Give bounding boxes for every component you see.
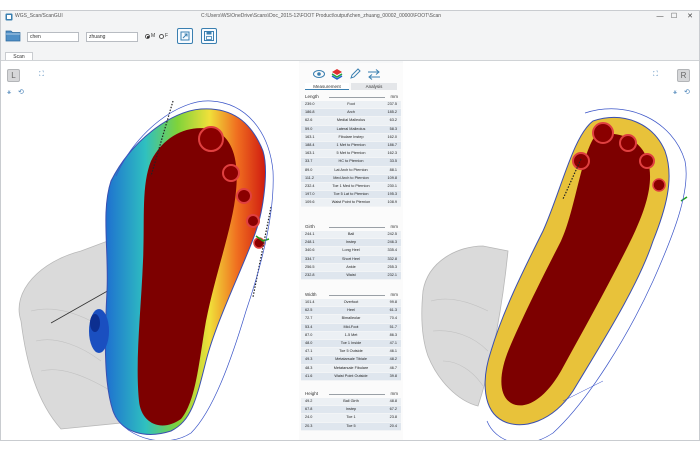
section-unit: mm <box>390 292 399 297</box>
swap-icon[interactable] <box>367 68 381 80</box>
section-title: Length <box>305 94 319 99</box>
table-row[interactable]: 67.8 Instep 67.2 <box>301 406 401 415</box>
left-foot-pressure-render <box>18 100 274 440</box>
table-row[interactable]: 197.0 Toe 5 Lat to Pternion 195.3 <box>301 191 401 200</box>
save-button[interactable] <box>201 28 217 44</box>
height-rows: 49.2 Ball Girth 48.8 67.8 Instep 67.2 24.0 To… <box>301 398 401 431</box>
layers-icon[interactable] <box>331 68 343 80</box>
section-header: Width mm <box>301 291 401 299</box>
table-row[interactable]: 340.6 Long Heel 335.4 <box>301 247 401 256</box>
table-row[interactable]: 186.8 Arch 185.2 <box>301 109 401 118</box>
table-row[interactable]: 232.8 Waist 232.1 <box>301 271 401 281</box>
table-row[interactable]: 163.1 Fibulare Instep 162.0 <box>301 133 401 142</box>
table-row[interactable]: 188.4 1 Met to Pternion 186.7 <box>301 141 401 151</box>
section-unit: mm <box>390 224 399 229</box>
pencil-icon[interactable] <box>349 68 361 80</box>
length-section: Length mm 239.0 Foot 237.5 186.8 Arch 185.2 6… <box>301 93 401 208</box>
table-row[interactable]: 62.6 Medial Malleolus 63.2 <box>301 117 401 126</box>
table-row[interactable]: 53.4 Mid-Foot 51.7 <box>301 323 401 332</box>
tab-scan[interactable]: Scan <box>5 52 33 60</box>
table-row[interactable]: 49.3 Metatarsale Tibiale 48.2 <box>301 356 401 365</box>
app-icon <box>5 13 13 21</box>
tab-strip: Scan <box>1 51 699 61</box>
table-row[interactable]: 334.7 Short Heel 332.8 <box>301 255 401 264</box>
table-row[interactable]: 248.1 Instep 246.3 <box>301 239 401 248</box>
close-button[interactable]: ✕ <box>683 12 697 22</box>
radio-female[interactable] <box>159 34 164 39</box>
table-row[interactable]: 33.7 HC to Pternion 33.5 <box>301 158 401 167</box>
file-path-title: C:\Users\WS\OneDrive\Scans\Doc_2015-12\F… <box>201 13 442 19</box>
section-header: Height mm <box>301 390 401 398</box>
title-bar: WGS_Scan/ScanGUI C:\Users\WS\OneDrive\Sc… <box>1 11 699 25</box>
maximize-button[interactable]: ☐ <box>667 12 681 22</box>
section-title: Height <box>305 391 319 396</box>
table-row[interactable]: 72.7 Bimalleolar 70.4 <box>301 315 401 324</box>
table-row[interactable]: 41.6 Waist Point Outside 39.8 <box>301 372 401 381</box>
table-row[interactable]: 232.4 Toe 1 Med to Pternion 230.1 <box>301 182 401 192</box>
tab-analysis[interactable]: Analysis <box>351 83 397 90</box>
section-unit: mm <box>390 391 399 396</box>
girth-rows: 244.1 Ball 242.5 248.1 Instep 246.3 340.6 Lon… <box>301 231 401 281</box>
girth-section: Girth mm 244.1 Ball 242.5 248.1 Instep 246.3 … <box>301 223 401 281</box>
panel-toolbar <box>299 67 403 81</box>
table-row[interactable]: 49.2 Ball Girth 48.8 <box>301 398 401 407</box>
section-title: Width <box>305 292 317 297</box>
right-foot-view[interactable]: ⛶ R ⚹ ⟲ <box>403 61 699 440</box>
toolbar: chen zhuang M F <box>1 24 699 51</box>
tab-measurement[interactable]: Measurement <box>305 83 349 90</box>
height-section: Height mm 49.2 Ball Girth 48.8 67.8 Instep 67… <box>301 390 401 431</box>
app-title: WGS_Scan/ScanGUI <box>15 13 63 19</box>
section-header: Girth mm <box>301 223 401 231</box>
table-row[interactable]: 48.3 Metatarsale Fibulare 46.7 <box>301 364 401 373</box>
radio-male-label: M <box>151 33 156 39</box>
app-window: WGS_Scan/ScanGUI C:\Users\WS\OneDrive\Sc… <box>0 10 700 441</box>
section-header: Length mm <box>301 93 401 101</box>
last-name-input[interactable]: zhuang <box>86 32 138 42</box>
table-row[interactable]: 101.4 Overfoot 99.8 <box>301 299 401 308</box>
right-foot-pressure-render <box>421 108 688 440</box>
measurement-panel: Measurement Analysis Length mm 239.0 Foot 2… <box>299 63 403 440</box>
save-icon <box>204 31 214 41</box>
table-row[interactable]: 59.0 Lateral Malleolus 58.3 <box>301 125 401 134</box>
section-unit: mm <box>390 94 399 99</box>
width-rows: 101.4 Overfoot 99.8 62.5 Heel 61.3 72.7 Bimal… <box>301 299 401 381</box>
width-section: Width mm 101.4 Overfoot 99.8 62.5 Heel 61.3 7… <box>301 291 401 381</box>
export-icon <box>180 31 190 41</box>
table-row[interactable]: 89.0 Lat Arch to Pternion 88.1 <box>301 166 401 175</box>
table-row[interactable]: 47.1 Toe 5 Outside 46.1 <box>301 348 401 357</box>
table-row[interactable]: 48.0 Toe 1 Inside 47.1 <box>301 339 401 349</box>
table-row[interactable]: 87.0 1-5 Met 86.3 <box>301 331 401 340</box>
table-row[interactable]: 62.5 Heel 61.3 <box>301 307 401 316</box>
export-button[interactable] <box>177 28 193 44</box>
section-title: Girth <box>305 224 315 229</box>
table-row[interactable]: 256.5 Ankle 255.3 <box>301 263 401 272</box>
length-rows: 239.0 Foot 237.5 186.8 Arch 185.2 62.6 Medial… <box>301 101 401 208</box>
table-row[interactable]: 111.2 Med Arch to Pternion 109.8 <box>301 174 401 183</box>
minimize-button[interactable]: — <box>653 12 667 22</box>
radio-male[interactable] <box>145 34 150 39</box>
first-name-input[interactable]: chen <box>27 32 79 42</box>
open-folder-icon[interactable] <box>5 28 21 42</box>
table-row[interactable]: 244.1 Ball 242.5 <box>301 231 401 240</box>
table-row[interactable]: 239.0 Foot 237.5 <box>301 101 401 110</box>
table-row[interactable]: 24.0 Toe 1 23.8 <box>301 414 401 423</box>
table-row[interactable]: 20.3 Toe 5 20.4 <box>301 422 401 431</box>
radio-female-label: F <box>165 33 169 39</box>
left-foot-view[interactable]: L ⛶ ⚹ ⟲ <box>1 61 299 440</box>
table-row[interactable]: 109.6 Waist Point to Pternion 108.9 <box>301 199 401 208</box>
table-row[interactable]: 163.1 5 Met to Pternion 162.3 <box>301 150 401 159</box>
eye-icon[interactable] <box>313 68 325 80</box>
